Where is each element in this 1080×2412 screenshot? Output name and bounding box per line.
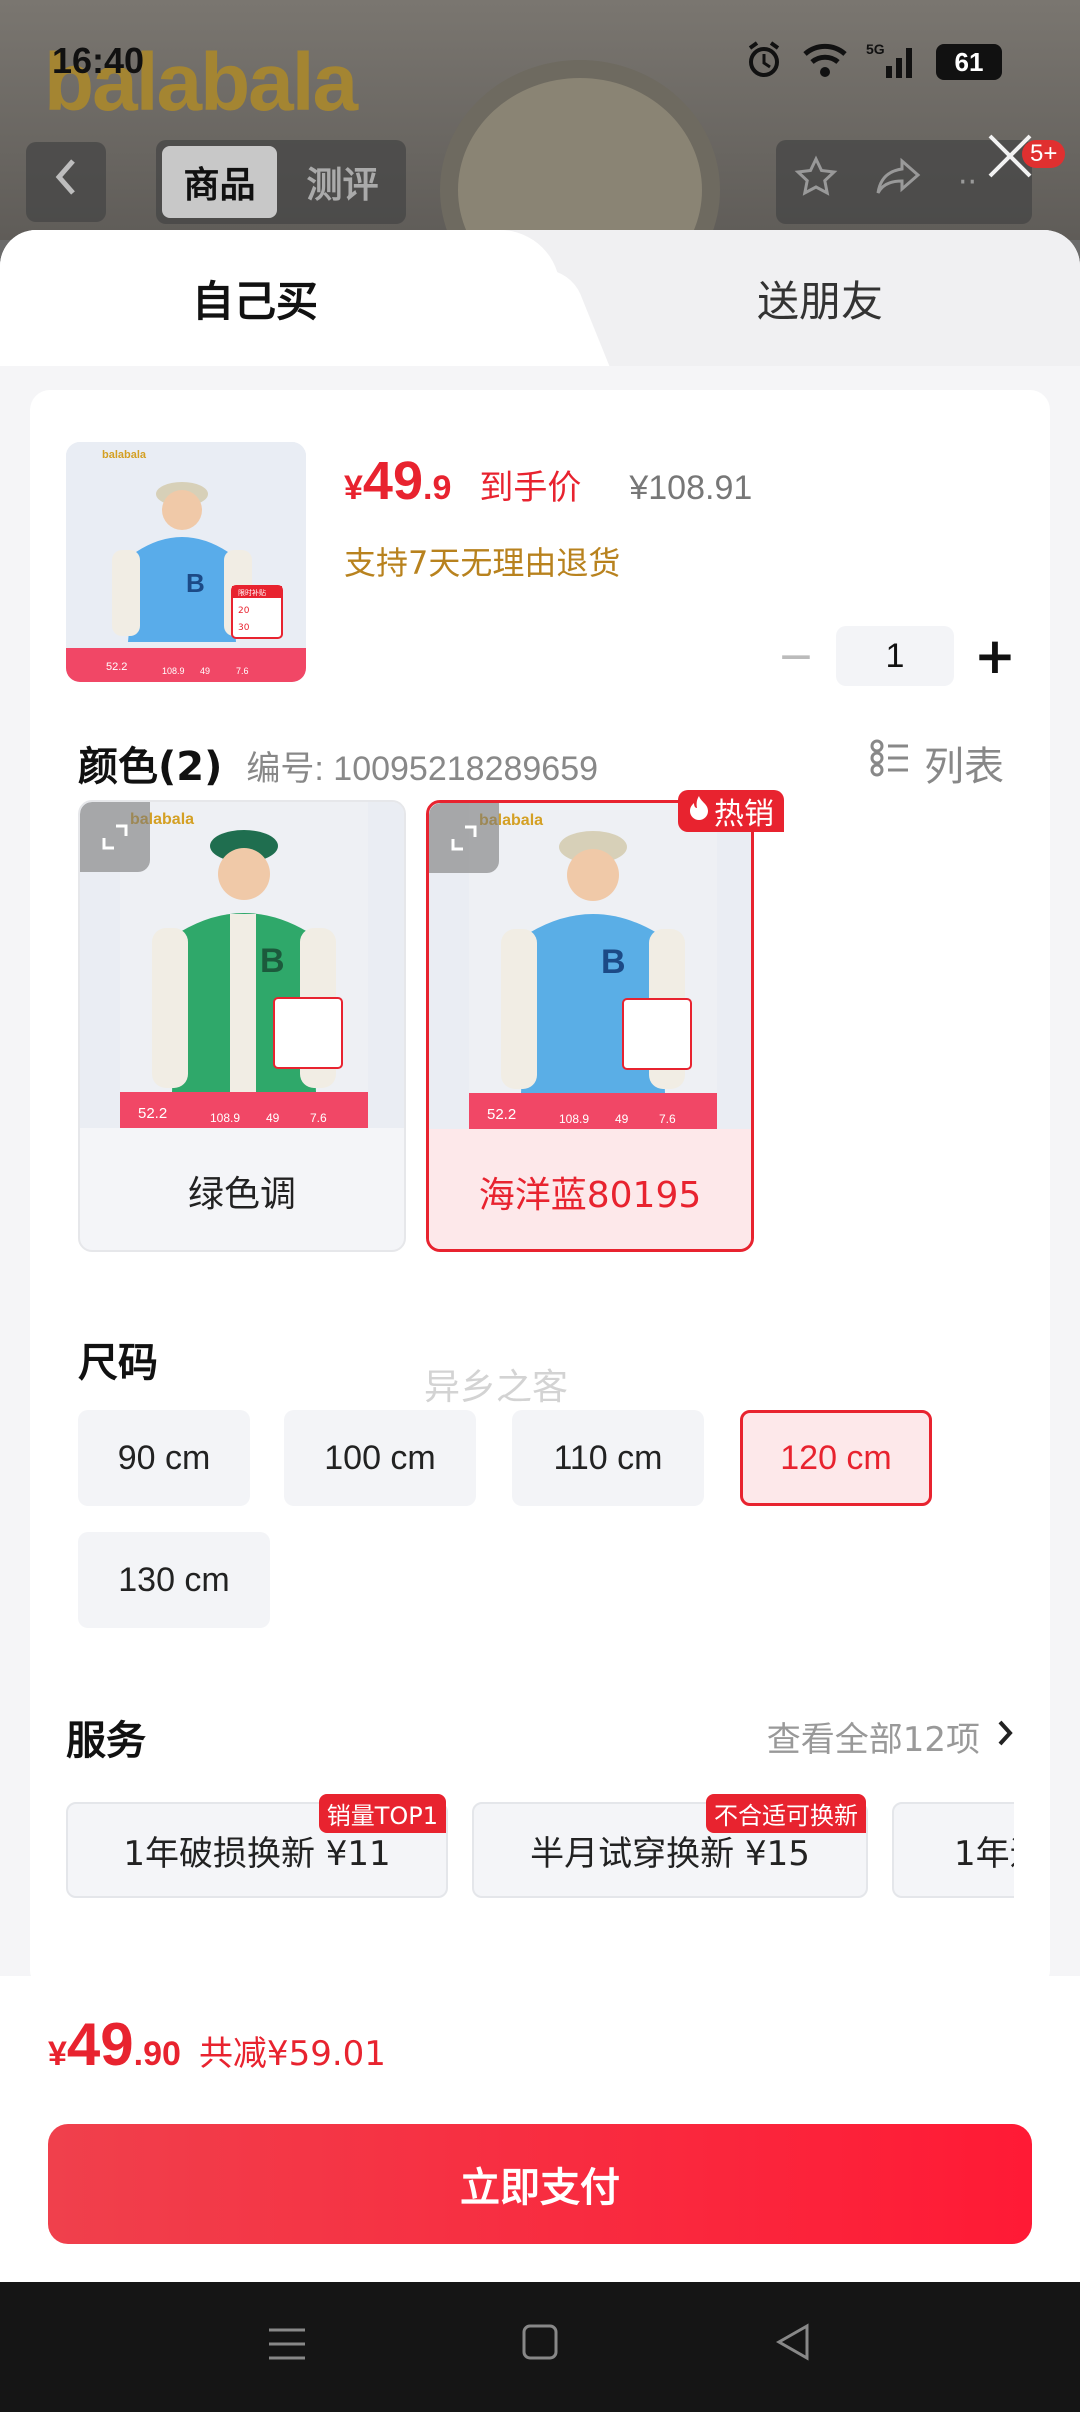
thumb-brand: balabala bbox=[102, 449, 147, 461]
original-price: ¥108.91 bbox=[629, 469, 753, 507]
footer-price-decimal: .90 bbox=[133, 2035, 181, 2073]
buy-mode-tabs: 自己买 送朋友 bbox=[0, 230, 1080, 366]
size-title: 尺码 bbox=[78, 1340, 158, 1386]
thumb-promo-1: 20 bbox=[238, 606, 250, 616]
swatch-band-2: 108.9 bbox=[559, 1112, 589, 1126]
list-toggle-label: 列表 bbox=[924, 744, 1004, 790]
service-label: 1年退 bbox=[954, 1833, 1014, 1874]
footer-price: ¥49.90 共减¥59.01 bbox=[48, 2010, 386, 2079]
svg-text:B: B bbox=[186, 568, 205, 598]
thumb-promo-title: 限时补贴 bbox=[238, 588, 266, 597]
tab-product[interactable]: 商品 bbox=[162, 146, 277, 218]
watermark: 异乡之客 bbox=[424, 1367, 569, 1408]
thumb-band-3: 49 bbox=[200, 666, 210, 676]
more-icon[interactable]: ·· bbox=[958, 165, 977, 200]
swatch-band-3: 49 bbox=[615, 1112, 629, 1126]
status-time: 16:40 bbox=[52, 40, 145, 81]
view-all-services[interactable]: 查看全部12项 bbox=[767, 1712, 1014, 1761]
page-tabs: 商品 测评 bbox=[156, 140, 406, 224]
hot-sale-badge: 热销 bbox=[678, 790, 784, 832]
back-button[interactable] bbox=[26, 142, 106, 222]
size-option-110[interactable]: 110 cm bbox=[512, 1410, 704, 1506]
swatch-band-1: 52.2 bbox=[487, 1106, 516, 1123]
color-header: 颜色(2) 编号: 10095218289659 bbox=[78, 734, 598, 792]
view-all-label: 查看全部12项 bbox=[766, 1720, 980, 1760]
home-icon[interactable] bbox=[520, 2322, 560, 2373]
product-thumbnail[interactable]: balabala B 限时补贴 20 30 52.2 108.9 49 7.6 bbox=[66, 442, 306, 682]
alarm-icon bbox=[744, 40, 784, 84]
refund-policy: 支持7天无理由退货 bbox=[344, 544, 621, 582]
minus-button[interactable]: − bbox=[776, 631, 816, 682]
price-label: 到手价 bbox=[479, 468, 582, 508]
service-options: 1年破损换新 ¥11 销量TOP1 半月试穿换新 ¥15 不合适可换新 1年退 bbox=[66, 1786, 1014, 1906]
product-code: 编号: 10095218289659 bbox=[246, 750, 599, 788]
color-option-ocean-blue[interactable]: balabala B 52.2 108.9 49 7.6 海洋蓝80195 bbox=[426, 800, 754, 1252]
svg-text:B: B bbox=[260, 942, 285, 980]
final-price: ¥49.9 bbox=[344, 450, 451, 512]
service-option-return[interactable]: 1年退 bbox=[892, 1802, 1014, 1898]
background-product-page: balabala 16:40 5G 61 商品 测评 ·· 5+ bbox=[0, 0, 1080, 240]
sku-card: balabala B 限时补贴 20 30 52.2 108.9 49 7.6 bbox=[30, 390, 1050, 1990]
wifi-icon bbox=[802, 42, 848, 82]
color-title: 颜色(2) bbox=[78, 744, 223, 790]
discount-total: 共减¥59.01 bbox=[198, 2034, 386, 2074]
system-nav-bar bbox=[0, 2282, 1080, 2412]
quantity-value[interactable]: 1 bbox=[836, 626, 954, 686]
share-icon[interactable] bbox=[874, 155, 922, 210]
back-icon[interactable] bbox=[773, 2322, 813, 2373]
service-tag: 销量TOP1 bbox=[318, 1794, 446, 1833]
svg-text:5G: 5G bbox=[866, 41, 885, 57]
hot-sale-label: 热销 bbox=[714, 797, 774, 832]
close-icon[interactable] bbox=[980, 130, 1040, 190]
battery-icon: 61 bbox=[936, 44, 1002, 80]
chevron-left-icon bbox=[55, 159, 75, 195]
service-option-trial[interactable]: 半月试穿换新 ¥15 不合适可换新 bbox=[472, 1794, 868, 1898]
status-bar: 16:40 5G 61 bbox=[0, 0, 1080, 120]
purchase-sheet: 自己买 送朋友 balabala B 限时补贴 20 30 52.2 108.9… bbox=[0, 230, 1080, 2280]
swatch-band-4: 7.6 bbox=[310, 1111, 327, 1125]
expand-icon[interactable] bbox=[429, 803, 499, 873]
list-view-toggle[interactable]: 列表 bbox=[870, 734, 1004, 792]
tab-review[interactable]: 测评 bbox=[285, 146, 400, 218]
color-option-green[interactable]: balabala B 52.2 108.9 49 7.6 绿色调 bbox=[78, 800, 406, 1252]
star-icon[interactable] bbox=[794, 155, 838, 210]
service-tag: 不合适可换新 bbox=[706, 1794, 866, 1833]
status-icons: 5G 61 bbox=[744, 40, 1002, 84]
size-option-130[interactable]: 130 cm bbox=[78, 1532, 270, 1628]
price-decimal: .9 bbox=[423, 469, 452, 507]
service-title: 服务 bbox=[66, 1718, 146, 1764]
tab-buy-self[interactable]: 自己买 bbox=[0, 230, 560, 366]
thumb-band-1: 52.2 bbox=[106, 661, 127, 673]
menu-icon[interactable] bbox=[267, 2322, 307, 2373]
swatch-band-4: 7.6 bbox=[659, 1112, 676, 1126]
color-option-label: 海洋蓝80195 bbox=[429, 1129, 751, 1249]
footer-price-symbol: ¥ bbox=[48, 2035, 67, 2073]
checkout-footer: ¥49.90 共减¥59.01 立即支付 bbox=[0, 1976, 1080, 2282]
price-integer: 49 bbox=[362, 451, 423, 511]
price-symbol: ¥ bbox=[344, 469, 363, 507]
expand-icon[interactable] bbox=[80, 802, 150, 872]
pay-now-button[interactable]: 立即支付 bbox=[48, 2124, 1032, 2244]
size-option-100[interactable]: 100 cm bbox=[284, 1410, 476, 1506]
size-option-90[interactable]: 90 cm bbox=[78, 1410, 250, 1506]
thumb-promo-2: 30 bbox=[238, 623, 250, 633]
plus-button[interactable]: + bbox=[974, 627, 1016, 685]
thumb-band-4: 7.6 bbox=[236, 666, 249, 676]
swatch-band-1: 52.2 bbox=[138, 1105, 167, 1122]
chevron-right-icon bbox=[996, 1717, 1014, 1757]
list-icon bbox=[870, 738, 910, 788]
flame-icon bbox=[688, 794, 710, 829]
quantity-stepper: − 1 + bbox=[776, 626, 1016, 686]
footer-price-integer: 49 bbox=[66, 2011, 134, 2078]
service-option-damage[interactable]: 1年破损换新 ¥11 销量TOP1 bbox=[66, 1794, 448, 1898]
size-option-120[interactable]: 120 cm bbox=[740, 1410, 932, 1506]
swatch-band-2: 108.9 bbox=[210, 1111, 240, 1125]
thumb-band-2: 108.9 bbox=[162, 666, 185, 676]
color-option-label: 绿色调 bbox=[187, 1174, 296, 1215]
signal-icon: 5G bbox=[866, 40, 918, 84]
svg-text:B: B bbox=[601, 943, 626, 981]
swatch-band-3: 49 bbox=[266, 1111, 280, 1125]
tab-send-friend[interactable]: 送朋友 bbox=[600, 230, 1040, 366]
price-row: ¥49.9 到手价 ¥108.91 bbox=[344, 450, 752, 512]
